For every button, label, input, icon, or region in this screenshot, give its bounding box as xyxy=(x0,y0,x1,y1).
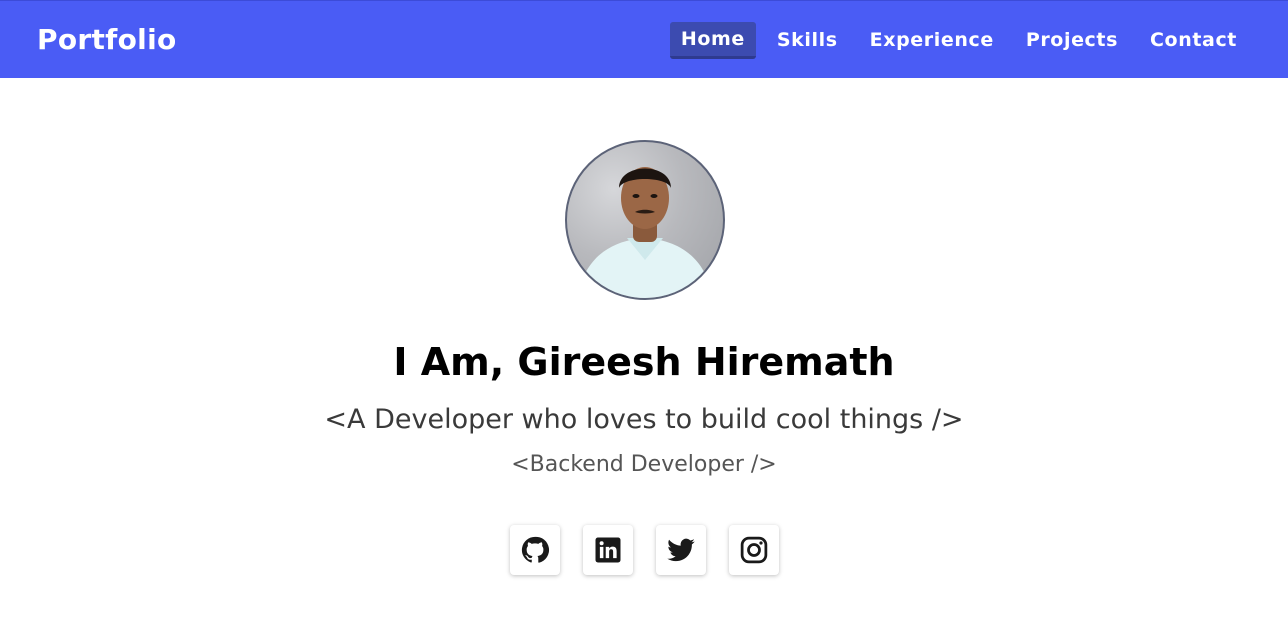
instagram-icon xyxy=(739,535,769,565)
github-icon xyxy=(520,535,550,565)
nav-item-projects[interactable]: Projects xyxy=(1015,22,1129,59)
navbar: Portfolio Home Skills Experience Project… xyxy=(0,0,1288,78)
nav-item-experience[interactable]: Experience xyxy=(859,22,1005,59)
nav-menu: Home Skills Experience Projects Contact xyxy=(669,22,1248,59)
github-link[interactable] xyxy=(510,525,560,575)
hero-tagline: <A Developer who loves to build cool thi… xyxy=(324,404,964,435)
hero-headline: I Am, Gireesh Hiremath xyxy=(393,340,895,384)
nav-item-skills[interactable]: Skills xyxy=(766,22,849,59)
brand-logo[interactable]: Portfolio xyxy=(37,21,177,59)
social-links xyxy=(510,525,779,575)
twitter-icon xyxy=(666,535,696,565)
instagram-link[interactable] xyxy=(729,525,779,575)
nav-item-contact[interactable]: Contact xyxy=(1139,22,1248,59)
hero-role: <Backend Developer /> xyxy=(511,452,777,477)
twitter-link[interactable] xyxy=(656,525,706,575)
linkedin-icon xyxy=(593,535,623,565)
nav-item-home[interactable]: Home xyxy=(669,22,756,59)
profile-avatar xyxy=(565,140,725,300)
linkedin-link[interactable] xyxy=(583,525,633,575)
